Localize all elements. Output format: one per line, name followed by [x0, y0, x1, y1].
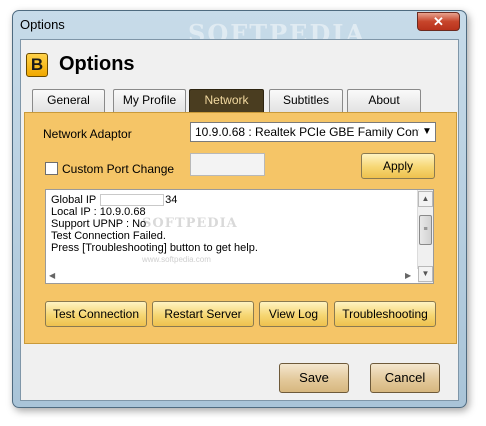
close-button[interactable]: ✕: [417, 12, 460, 31]
scroll-left-icon[interactable]: ◀: [49, 269, 55, 283]
tab-my-profile[interactable]: My Profile: [113, 89, 186, 112]
log-line-global-ip: Global IP 34: [51, 194, 178, 206]
tab-general[interactable]: General: [32, 89, 105, 112]
view-log-button[interactable]: View Log: [259, 301, 328, 327]
scroll-down-icon[interactable]: ▼: [418, 266, 433, 282]
network-adaptor-select[interactable]: 10.9.0.68 : Realtek PCIe GBE Family Cont…: [190, 122, 436, 142]
cancel-button[interactable]: Cancel: [370, 363, 440, 393]
log-line: Test Connection Failed.: [51, 230, 166, 242]
tab-network[interactable]: Network: [189, 89, 264, 112]
tab-about[interactable]: About: [347, 89, 421, 112]
scroll-up-icon[interactable]: ▲: [418, 191, 433, 207]
network-adaptor-label: Network Adaptor: [43, 127, 132, 141]
test-connection-button[interactable]: Test Connection: [45, 301, 147, 327]
window-title: Options: [20, 17, 65, 32]
log-line: Press [Troubleshooting] button to get he…: [51, 242, 258, 254]
connection-log[interactable]: SOFTPEDIA Global IP 34 Local IP : 10.9.0…: [45, 189, 434, 284]
horizontal-scrollbar[interactable]: ◀ ▶: [46, 269, 418, 283]
restart-server-button[interactable]: Restart Server: [152, 301, 254, 327]
troubleshooting-button[interactable]: Troubleshooting: [334, 301, 436, 327]
network-adaptor-value: 10.9.0.68 : Realtek PCIe GBE Family Cont…: [195, 125, 436, 139]
log-watermark-url: www.softpedia.com: [142, 255, 211, 264]
app-logo-icon: B: [26, 53, 48, 77]
save-button[interactable]: Save: [279, 363, 349, 393]
scroll-thumb[interactable]: ≡: [419, 215, 432, 245]
page-title: Options: [59, 53, 135, 75]
client-area: B Options General My Profile Network Sub…: [20, 39, 459, 401]
log-line: Local IP : 10.9.0.68: [51, 206, 146, 218]
tab-subtitles[interactable]: Subtitles: [269, 89, 343, 112]
scroll-right-icon[interactable]: ▶: [405, 269, 411, 283]
vertical-scrollbar[interactable]: ▲ ≡ ▼: [417, 190, 433, 283]
chevron-down-icon[interactable]: ▼: [419, 123, 435, 141]
options-window: SOFTPEDIA Options ✕ B Options General My…: [12, 10, 467, 408]
custom-port-label: Custom Port Change: [62, 162, 175, 176]
log-line: Support UPNP : No: [51, 218, 147, 230]
log-watermark: SOFTPEDIA: [142, 216, 238, 231]
custom-port-checkbox[interactable]: [45, 162, 58, 175]
close-icon: ✕: [433, 14, 444, 29]
ip-mask: [100, 194, 165, 206]
port-input[interactable]: [190, 153, 265, 176]
network-panel: Network Adaptor 10.9.0.68 : Realtek PCIe…: [24, 112, 457, 344]
apply-button[interactable]: Apply: [361, 153, 435, 179]
